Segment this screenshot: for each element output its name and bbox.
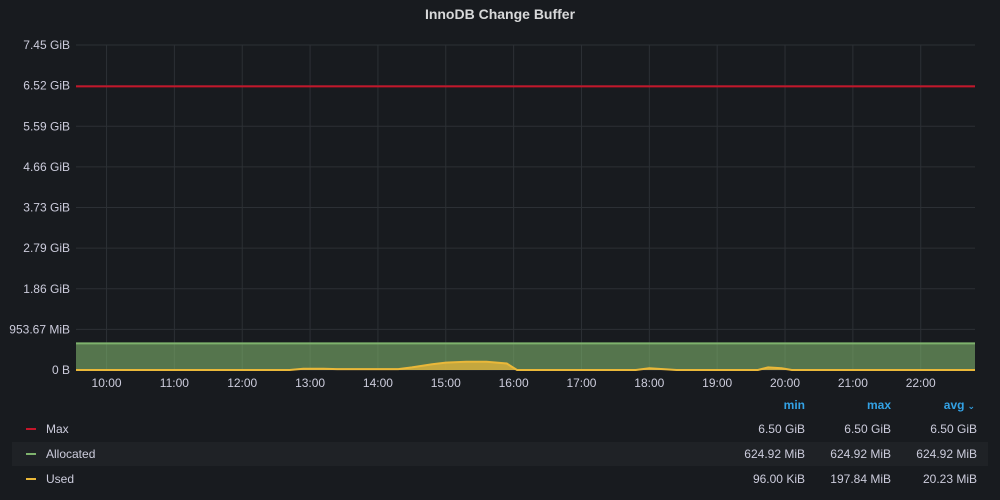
- legend-avg-value: 20.23 MiB: [922, 472, 977, 486]
- x-tick-label: 12:00: [227, 376, 257, 390]
- y-tick-label: 5.59 GiB: [23, 119, 70, 133]
- legend-name: Allocated: [46, 447, 96, 461]
- chevron-down-icon: ⌄: [967, 401, 975, 411]
- x-tick-label: 16:00: [499, 376, 529, 390]
- legend-row-used[interactable]: Used 96.00 KiB 197.84 MiB 20.23 MiB: [12, 467, 988, 491]
- legend-name: Max: [46, 422, 69, 436]
- legend-min-value: 6.50 GiB: [758, 422, 805, 436]
- x-tick-label: 18:00: [634, 376, 664, 390]
- legend-name: Used: [46, 472, 75, 486]
- x-tick-label: 22:00: [906, 376, 936, 390]
- legend-header-min[interactable]: min: [715, 398, 805, 412]
- y-tick-label: 3.73 GiB: [23, 201, 70, 215]
- y-tick-label: 7.45 GiB: [23, 38, 70, 52]
- legend-header-avg-label: avg: [943, 398, 965, 412]
- x-tick-label: 21:00: [838, 376, 868, 390]
- chart-series: [76, 85, 975, 371]
- legend-min-value: 96.00 KiB: [752, 472, 805, 486]
- legend-swatch-used: [26, 478, 36, 480]
- x-tick-label: 19:00: [702, 376, 732, 390]
- y-tick-label: 2.79 GiB: [23, 241, 70, 255]
- legend-max-value: 197.84 MiB: [830, 472, 891, 486]
- legend-max-value: 6.50 GiB: [844, 422, 891, 436]
- y-tick-label: 1.86 GiB: [23, 282, 70, 296]
- x-tick-label: 17:00: [566, 376, 596, 390]
- y-tick-label: 0 B: [52, 363, 70, 377]
- legend-avg-value: 6.50 GiB: [930, 422, 977, 436]
- legend-swatch-allocated: [26, 453, 36, 455]
- x-tick-label: 10:00: [92, 376, 122, 390]
- legend-swatch-max: [26, 428, 36, 430]
- y-tick-label: 6.52 GiB: [23, 79, 70, 93]
- time-series-chart[interactable]: 0 B 953.67 MiB 1.86 GiB 2.79 GiB 3.73 GiB 4.6…: [0, 0, 1000, 395]
- x-axis: 10:00 11:00 12:00 13:00 14:00 15:00 16:00 17:00…: [92, 376, 937, 390]
- legend-header-avg[interactable]: avg ⌄: [870, 398, 975, 412]
- legend-max-value: 624.92 MiB: [830, 447, 891, 461]
- y-tick-label: 4.66 GiB: [23, 160, 70, 174]
- x-tick-label: 14:00: [363, 376, 393, 390]
- chart-grid: [76, 44, 975, 371]
- legend-min-value: 624.92 MiB: [744, 447, 805, 461]
- legend-avg-value: 624.92 MiB: [916, 447, 977, 461]
- series-area-allocated: [76, 343, 975, 370]
- y-axis: 0 B 953.67 MiB 1.86 GiB 2.79 GiB 3.73 GiB 4.6…: [9, 38, 70, 377]
- x-tick-label: 11:00: [160, 376, 189, 390]
- legend-row-max[interactable]: Max 6.50 GiB 6.50 GiB 6.50 GiB: [12, 417, 988, 441]
- legend-row-allocated[interactable]: Allocated 624.92 MiB 624.92 MiB 624.92 M…: [12, 442, 988, 466]
- y-tick-label: 953.67 MiB: [9, 322, 70, 336]
- x-tick-label: 15:00: [431, 376, 461, 390]
- x-tick-label: 20:00: [770, 376, 800, 390]
- x-tick-label: 13:00: [295, 376, 325, 390]
